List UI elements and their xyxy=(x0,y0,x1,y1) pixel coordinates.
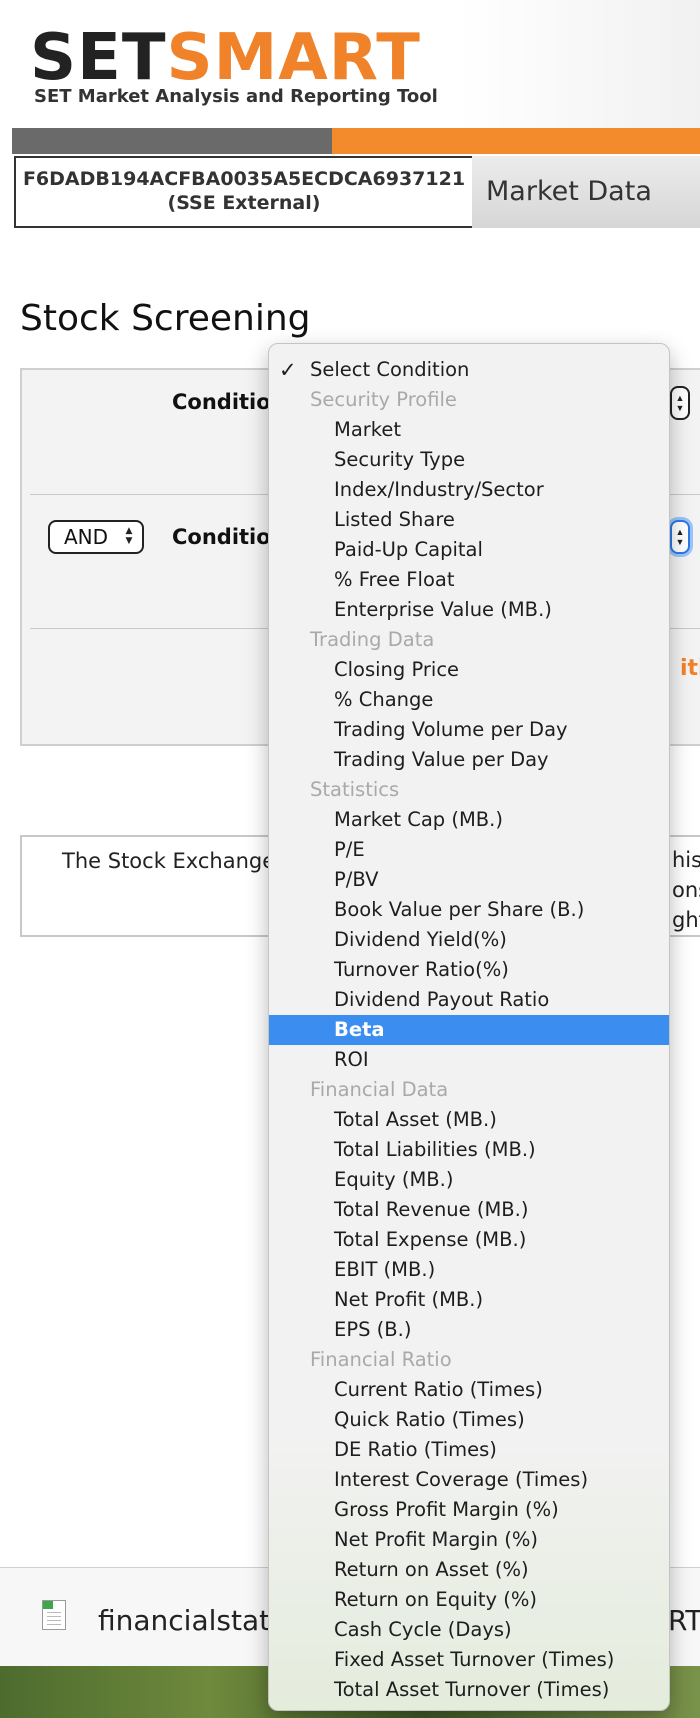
menu-group-label: Financial Ratio xyxy=(310,1348,452,1371)
menu-item[interactable]: DE Ratio (Times) xyxy=(269,1435,669,1465)
menu-group-label: Security Profile xyxy=(310,388,457,411)
menu-item[interactable]: Total Asset (MB.) xyxy=(269,1105,669,1135)
menu-item[interactable]: Listed Share xyxy=(269,505,669,535)
menu-item[interactable]: Return on Asset (%) xyxy=(269,1555,669,1585)
operator-value: AND xyxy=(64,525,109,549)
menu-item[interactable]: Total Revenue (MB.) xyxy=(269,1195,669,1225)
logo-set-text: SET xyxy=(30,21,167,95)
menu-item[interactable]: Enterprise Value (MB.) xyxy=(269,595,669,625)
menu-item[interactable]: Market Cap (MB.) xyxy=(269,805,669,835)
condition-select-2[interactable]: ▲ ▼ xyxy=(670,520,690,554)
file-icon-lines xyxy=(47,1612,61,1626)
menu-item[interactable]: Fixed Asset Turnover (Times) xyxy=(269,1645,669,1675)
menu-group-label: Financial Data xyxy=(310,1078,449,1101)
menu-item[interactable]: Book Value per Share (B.) xyxy=(269,895,669,925)
checkmark-icon: ✓ xyxy=(279,358,297,382)
logo-tagline: SET Market Analysis and Reporting Tool xyxy=(34,86,438,107)
menu-item[interactable]: Return on Equity (%) xyxy=(269,1585,669,1615)
menu-item[interactable]: Cash Cycle (Days) xyxy=(269,1615,669,1645)
updown-arrows-icon: ▲ ▼ xyxy=(675,527,685,547)
market-data-tab[interactable]: Market Data xyxy=(472,156,700,228)
menu-item[interactable]: Trading Value per Day xyxy=(269,745,669,775)
updown-arrows-icon: ▲ ▼ xyxy=(125,526,133,546)
menu-item[interactable]: Interest Coverage (Times) xyxy=(269,1465,669,1495)
menu-group-label: Trading Data xyxy=(310,628,435,651)
menu-item[interactable]: Total Asset Turnover (Times) xyxy=(269,1675,669,1705)
menu-item[interactable]: % Free Float xyxy=(269,565,669,595)
menu-item-select-condition[interactable]: ✓ Select Condition xyxy=(269,355,669,385)
menu-item[interactable]: Index/Industry/Sector xyxy=(269,475,669,505)
menu-item[interactable]: EPS (B.) xyxy=(269,1315,669,1345)
menu-item[interactable]: Dividend Payout Ratio xyxy=(269,985,669,1015)
spreadsheet-file-icon xyxy=(42,1600,66,1630)
session-id: F6DADB194ACFBA0035A5ECDCA6937121 xyxy=(22,168,466,190)
menu-item[interactable]: EBIT (MB.) xyxy=(269,1255,669,1285)
download-right-fragment: RT xyxy=(668,1604,700,1637)
menu-item[interactable]: Paid-Up Capital xyxy=(269,535,669,565)
menu-item[interactable]: Quick Ratio (Times) xyxy=(269,1405,669,1435)
header-bar-orange xyxy=(332,128,700,154)
logo-smart-text: SMART xyxy=(166,21,421,95)
menu-item[interactable]: Net Profit Margin (%) xyxy=(269,1525,669,1555)
session-type: (SSE External) xyxy=(167,192,321,214)
menu-item[interactable]: Market xyxy=(269,415,669,445)
header-bar-gray xyxy=(12,128,332,154)
setsmart-logo: SETSMART SET Market Analysis and Reporti… xyxy=(30,21,438,112)
menu-item[interactable]: Turnover Ratio(%) xyxy=(269,955,669,985)
menu-item[interactable]: Net Profit (MB.) xyxy=(269,1285,669,1315)
download-file-name[interactable]: financialstate xyxy=(98,1604,287,1637)
condition-dropdown-menu[interactable]: ✓ Select Condition Security Profile Mark… xyxy=(268,343,670,1711)
operator-select[interactable]: AND ▲ ▼ xyxy=(48,520,144,554)
file-icon-corner xyxy=(43,1601,53,1609)
menu-item[interactable]: Current Ratio (Times) xyxy=(269,1375,669,1405)
menu-item[interactable]: ROI xyxy=(269,1045,669,1075)
menu-item[interactable]: Dividend Yield(%) xyxy=(269,925,669,955)
menu-item-label: Select Condition xyxy=(310,358,470,381)
menu-item[interactable]: Total Liabilities (MB.) xyxy=(269,1135,669,1165)
disclaimer-text-fragment: onsi xyxy=(672,878,700,902)
updown-arrows-icon: ▲ ▼ xyxy=(675,393,685,413)
condition-select-1[interactable]: ▲ ▼ xyxy=(670,386,690,420)
menu-item[interactable]: Equity (MB.) xyxy=(269,1165,669,1195)
page-title: Stock Screening xyxy=(20,298,311,339)
menu-item[interactable]: Trading Volume per Day xyxy=(269,715,669,745)
menu-item[interactable]: Closing Price xyxy=(269,655,669,685)
disclaimer-text-fragment: ght xyxy=(672,908,700,932)
menu-item[interactable]: Gross Profit Margin (%) xyxy=(269,1495,669,1525)
menu-item[interactable]: P/BV xyxy=(269,865,669,895)
menu-group-label: Statistics xyxy=(310,778,400,801)
add-condition-link[interactable]: itic xyxy=(680,656,700,681)
disclaimer-text: The Stock Exchange o xyxy=(62,849,295,873)
disclaimer-text-fragment: his xyxy=(672,848,700,872)
menu-item[interactable]: % Change xyxy=(269,685,669,715)
menu-item[interactable]: Security Type xyxy=(269,445,669,475)
menu-item[interactable]: Total Expense (MB.) xyxy=(269,1225,669,1255)
menu-item-highlighted[interactable]: Beta xyxy=(269,1015,669,1045)
menu-item[interactable]: P/E xyxy=(269,835,669,865)
header-background xyxy=(460,0,700,128)
session-info-box: F6DADB194ACFBA0035A5ECDCA6937121 (SSE Ex… xyxy=(14,156,474,228)
